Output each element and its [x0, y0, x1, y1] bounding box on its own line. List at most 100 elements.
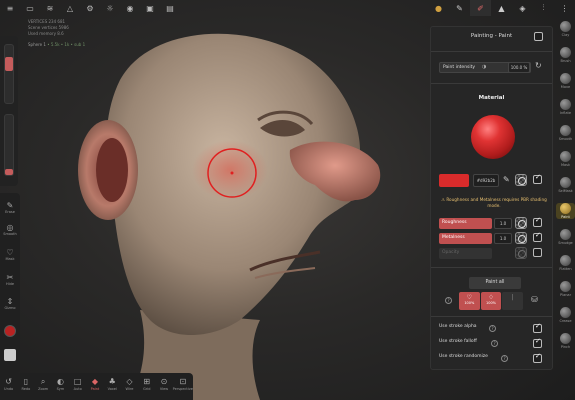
opacity-checkbox[interactable] [533, 248, 542, 257]
intensity-slider[interactable] [4, 114, 14, 176]
stroke-falloff-checkbox[interactable] [533, 337, 542, 348]
tool-smudge[interactable]: Smudge [556, 229, 575, 245]
stroke-randomize-checkbox[interactable] [533, 352, 542, 363]
gallery-icon[interactable]: ▤ [160, 0, 180, 16]
tool-mask[interactable]: Mask [556, 151, 575, 167]
metalness-slider[interactable]: Metalness [439, 233, 492, 244]
sun-icon[interactable]: ☼ [100, 0, 120, 16]
mask-tool[interactable]: ♡ Mask [0, 248, 20, 261]
mountain-icon[interactable]: △ [60, 0, 80, 16]
help-icon[interactable]: ? [491, 340, 498, 347]
bottom-tool[interactable]: ◇ Wire [121, 373, 138, 400]
tool-brush[interactable]: Brush [556, 47, 575, 63]
material-ball-icon[interactable]: ● [428, 0, 449, 16]
eyedropper-icon[interactable]: ✎ [503, 175, 510, 184]
hide-tool[interactable]: ✂ Hide [0, 273, 20, 286]
tool-pinch[interactable]: Pinch [556, 333, 575, 349]
option-row[interactable]: Use stroke falloff ? [439, 337, 549, 349]
roughness-slider[interactable]: Roughness [439, 218, 492, 229]
gizmo-tool[interactable]: ⇕ Gizmo [0, 297, 20, 310]
metalness-value[interactable]: 1.0 [494, 233, 512, 244]
mode-button[interactable]: ♢ 100% [480, 292, 502, 310]
triangle-icon[interactable]: ▲ [491, 0, 512, 16]
bottom-tool[interactable]: □ Auto [69, 373, 86, 400]
bottom-tool[interactable]: ◆ Paint [86, 373, 103, 400]
auto-icon: □ [73, 377, 82, 386]
mode-button[interactable]: | [502, 292, 524, 310]
tool-planar[interactable]: Planar [556, 281, 575, 297]
tool-inflate[interactable]: Inflate [556, 99, 575, 115]
tool-label: Mask [5, 257, 15, 261]
tool-crease[interactable]: Crease [556, 307, 575, 323]
stats-overlay: VERTICES 234 681 Scene vertices 5986 Use… [28, 19, 69, 37]
tool-ball-icon [560, 307, 571, 318]
roughness-mask-toggle[interactable] [515, 217, 527, 229]
paint-all-button[interactable]: Paint all [469, 277, 521, 289]
intensity-value[interactable]: 100.0 % [508, 62, 530, 73]
top-right-toolbar: ● ✎ ✐ ▲ ◈ ⫶ ⋮ [428, 0, 575, 16]
bottom-tool[interactable]: ↺ Undo [0, 373, 17, 400]
bottom-tool[interactable]: ⊙ View [155, 373, 172, 400]
bottom-tool[interactable]: ⌕ Zoom [35, 373, 52, 400]
tool-smooth[interactable]: Smooth [556, 125, 575, 141]
color-enable-checkbox[interactable] [533, 173, 542, 184]
bottom-tool[interactable]: ⊞ Grid [138, 373, 155, 400]
perspective-icon: ⊡ [179, 377, 187, 386]
color-hex-field[interactable]: #d92b2b [473, 174, 499, 187]
grid-icon: ⊞ [143, 377, 151, 386]
pressure-icon[interactable]: ◑ [482, 64, 486, 70]
option-row[interactable]: Use stroke alpha ? [439, 322, 549, 334]
tool-flatten[interactable]: Flatten [556, 255, 575, 271]
bottom-tool[interactable]: ▯ Redo [17, 373, 34, 400]
opacity-slider[interactable]: Opacity [439, 248, 492, 259]
metalness-mask-toggle[interactable] [515, 232, 527, 244]
tool-ball-icon [560, 99, 571, 110]
bottom-tool[interactable]: ♣ Voxel [104, 373, 121, 400]
smooth-tool[interactable]: ◎ Smooth [0, 223, 20, 236]
radius-slider[interactable] [4, 44, 14, 104]
more-icon[interactable]: ⋮ [554, 0, 575, 16]
stroke-alpha-checkbox[interactable] [533, 322, 542, 333]
secondary-color-swatch[interactable] [4, 349, 16, 361]
help-icon[interactable]: ? [445, 297, 452, 304]
object-name: Sphere 1 [28, 42, 46, 47]
right-tool-strip: Clay Brush Move Inflate Smooth Mask SelMask Pai… [556, 21, 575, 381]
roughness-value[interactable]: 1.0 [494, 218, 512, 229]
option-row[interactable]: Use stroke randomize ? [439, 352, 549, 364]
roughness-checkbox[interactable] [533, 216, 542, 227]
tool-label: Perspective [172, 387, 193, 391]
scene-object-line[interactable]: Sphere 1 • 5.5k • 1k • sub 1 [28, 42, 85, 47]
filter-icon[interactable]: ⫶ [533, 0, 554, 16]
metalness-checkbox[interactable] [533, 231, 542, 242]
video-icon[interactable]: ▣ [140, 0, 160, 16]
tool-selmask[interactable]: SelMask [556, 177, 575, 193]
folder-icon[interactable]: ▭ [20, 0, 40, 16]
reset-icon[interactable]: ↻ [535, 61, 542, 70]
bottom-tool[interactable]: ⊡ Perspective [173, 373, 193, 400]
erase-tool[interactable]: ✎ Erase [0, 201, 20, 214]
tool-label: Planar [559, 293, 572, 297]
mode-button[interactable]: ♡ 100% [459, 292, 480, 310]
layer-stack-icon[interactable]: ⛁ [531, 295, 538, 304]
layers-icon[interactable]: ≋ [40, 0, 60, 16]
top-toolbar: ≡ ▭ ≋ △ ⚙ ☼ ◉ ▣ ▤ [0, 0, 200, 16]
color-mask-toggle[interactable] [515, 174, 527, 186]
tool-clay[interactable]: Clay [556, 21, 575, 37]
help-icon[interactable]: ? [501, 355, 508, 362]
bottom-tool[interactable]: ◐ Sym [52, 373, 69, 400]
cube-icon[interactable]: ◈ [512, 0, 533, 16]
help-icon[interactable]: ? [489, 325, 496, 332]
material-color-swatch[interactable] [439, 174, 469, 187]
paint-color-swatch[interactable] [4, 325, 16, 337]
opacity-mask-toggle[interactable] [515, 247, 527, 259]
paint-icon[interactable]: ✐ [470, 0, 491, 16]
panel-pin-checkbox[interactable] [534, 32, 543, 41]
brush-icon[interactable]: ✎ [449, 0, 470, 16]
tool-move[interactable]: Move [556, 73, 575, 89]
tool-paint[interactable]: Paint [556, 203, 575, 219]
sculpt-model[interactable] [60, 20, 390, 400]
gear-icon[interactable]: ⚙ [80, 0, 100, 16]
camera-icon[interactable]: ◉ [120, 0, 140, 16]
menu-icon[interactable]: ≡ [0, 0, 20, 16]
3d-viewport[interactable]: ≡ ▭ ≋ △ ⚙ ☼ ◉ ▣ ▤ VERTICES 234 681 Scene… [0, 0, 575, 400]
